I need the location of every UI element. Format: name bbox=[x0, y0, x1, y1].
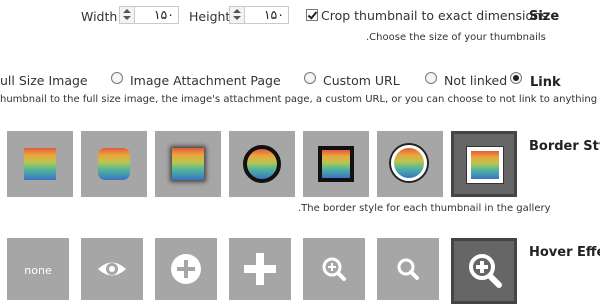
radio-image-attachment[interactable] bbox=[111, 72, 123, 84]
zoom-in-small-icon bbox=[322, 257, 346, 281]
link-heading: Link bbox=[530, 75, 561, 90]
width-input[interactable]: ۱۵۰ bbox=[119, 6, 179, 24]
plus-circle-icon bbox=[171, 254, 201, 284]
link-description: humbnail to the full size image, the ima… bbox=[0, 94, 598, 105]
thumbnail-preview-image bbox=[243, 145, 281, 183]
border-style-circle-white-border[interactable] bbox=[377, 131, 443, 197]
border-style-square-shadow[interactable] bbox=[155, 131, 221, 197]
hover-none-label: none bbox=[24, 264, 52, 277]
thumbnail-preview-image bbox=[391, 145, 427, 181]
crop-checkbox[interactable] bbox=[306, 9, 318, 21]
height-spinner[interactable] bbox=[230, 7, 245, 23]
link-option-not-linked[interactable]: Not linked bbox=[444, 73, 507, 88]
hover-effect-none[interactable]: none bbox=[7, 238, 69, 300]
hover-effect-zoom-small[interactable] bbox=[303, 238, 365, 300]
radio-link-selected[interactable] bbox=[510, 72, 522, 84]
width-spinner[interactable] bbox=[120, 7, 135, 23]
width-value: ۱۵۰ bbox=[153, 7, 174, 22]
height-input[interactable]: ۱۵۰ bbox=[229, 6, 289, 24]
plus-icon bbox=[244, 253, 276, 285]
thumbnail-preview-image bbox=[24, 148, 56, 180]
search-icon bbox=[397, 258, 419, 280]
hover-effect-zoom-in[interactable] bbox=[451, 238, 517, 304]
zoom-in-icon bbox=[469, 254, 502, 288]
hover-effect-eye[interactable] bbox=[81, 238, 143, 300]
link-option-custom-url[interactable]: Custom URL bbox=[323, 73, 400, 88]
size-heading: Size bbox=[529, 9, 560, 24]
border-style-square-white-border[interactable] bbox=[451, 131, 517, 197]
height-value: ۱۵۰ bbox=[263, 7, 284, 22]
hover-effect-heading: Hover Effe bbox=[529, 245, 600, 260]
thumbnail-preview-image bbox=[318, 146, 354, 182]
height-label: Height bbox=[189, 9, 231, 24]
border-style-circle-thick-border[interactable] bbox=[229, 131, 295, 197]
border-style-square-thick-border[interactable] bbox=[303, 131, 369, 197]
thumbnail-preview-image bbox=[467, 147, 503, 183]
hover-effect-plus-circle[interactable] bbox=[155, 238, 217, 300]
radio-custom-url[interactable] bbox=[304, 72, 316, 84]
crop-label: Crop thumbnail to exact dimensions bbox=[321, 8, 548, 23]
size-description: .Choose the size of your thumbnails bbox=[366, 32, 546, 43]
hover-effect-plus[interactable] bbox=[229, 238, 291, 300]
thumbnail-preview-image bbox=[172, 148, 204, 180]
border-style-rounded[interactable] bbox=[81, 131, 147, 197]
border-style-description: .The border style for each thumbnail in … bbox=[298, 203, 551, 214]
link-option-full-size[interactable]: ull Size Image bbox=[0, 73, 88, 88]
hover-effect-search[interactable] bbox=[377, 238, 439, 300]
eye-icon bbox=[98, 262, 126, 276]
radio-not-linked[interactable] bbox=[425, 72, 437, 84]
link-option-attachment[interactable]: Image Attachment Page bbox=[130, 73, 281, 88]
border-style-heading: Border Sty bbox=[529, 139, 600, 154]
width-label: Width bbox=[81, 9, 118, 24]
border-style-square-plain[interactable] bbox=[7, 131, 73, 197]
thumbnail-preview-image bbox=[98, 148, 130, 180]
